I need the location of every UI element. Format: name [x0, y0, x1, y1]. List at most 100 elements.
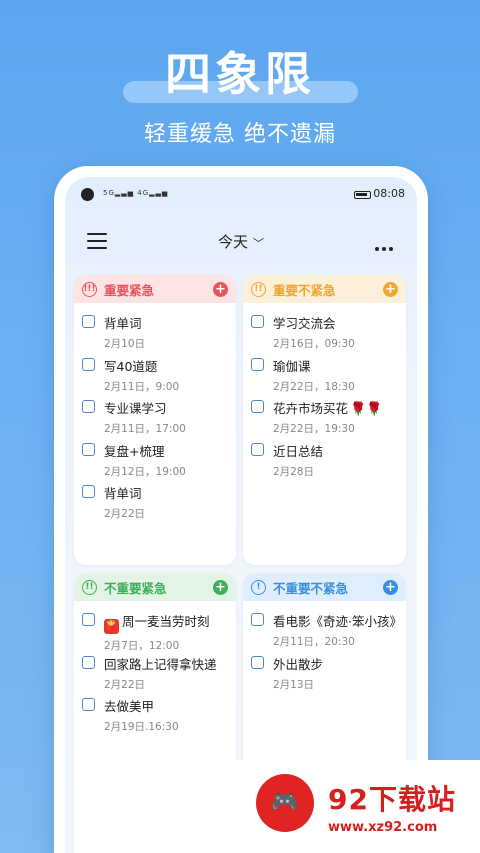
task-checkbox[interactable]: [82, 655, 95, 669]
task-title: 背单词: [104, 316, 142, 331]
signal-label-5g: 5G: [103, 189, 115, 197]
task-checkbox[interactable]: [251, 442, 264, 456]
task-title: 回家路上记得拿快递: [104, 656, 217, 672]
quadrant-header: ! 不重要不紧急 +: [243, 573, 406, 601]
task-item[interactable]: 看电影《奇迹·笨小孩》 2月11日，20:30: [243, 604, 406, 648]
task-date: 2月28日: [273, 465, 315, 478]
task-title-row: 专业课学习: [104, 391, 236, 417]
task-title: 看电影《奇迹·笨小孩》: [273, 614, 402, 629]
task-title-row: 背单词: [104, 476, 236, 502]
task-title-row: 写40道题: [104, 349, 236, 375]
task-checkbox[interactable]: [251, 655, 264, 669]
status-bar: 5G▂▃▅ 4G▂▃▅ 08:08: [65, 177, 417, 211]
task-item[interactable]: 背单词 2月22日: [74, 476, 236, 520]
watermark-url: www.xz92.com: [328, 820, 438, 835]
task-checkbox[interactable]: [82, 315, 95, 328]
task-title: 专业课学习: [104, 401, 167, 416]
quadrant-header: !! 不重要紧急 +: [74, 573, 236, 601]
task-checkbox[interactable]: [82, 442, 95, 456]
task-title: 复盘+梳理: [104, 443, 165, 459]
task-item[interactable]: 专业课学习 2月11日，17:00: [74, 391, 236, 435]
task-title: 花卉市场买花: [273, 401, 349, 416]
task-title-row: 🍟 周一麦当劳时刻: [104, 604, 236, 634]
task-item[interactable]: 去做美甲 2月19日.16:30: [74, 689, 236, 733]
watermark-text: 92下载站: [328, 783, 456, 816]
task-item[interactable]: 瑜伽课 2月22日，18:30: [243, 349, 406, 393]
task-checkbox[interactable]: [82, 485, 95, 498]
task-title: 去做美甲: [104, 699, 155, 714]
task-item[interactable]: 写40道题 2月11日，9:00: [74, 349, 236, 393]
quadrant-important-urgent: !!! 重要紧急 + 背单词 2月10日 写40道题 2月11日，9:00 专业课学习 2月11…: [74, 275, 236, 565]
phone-frame: 5G▂▃▅ 4G▂▃▅ 08:08 今天 ﹀ !!! 重要紧急 + 背单词 2月10日 写4…: [54, 166, 428, 853]
priority-icon: !: [251, 579, 266, 595]
task-title: 近日总结: [273, 443, 324, 459]
task-title-row: 学习交流会: [273, 306, 406, 332]
task-title-row: 花卉市场买花 🌹🌹: [273, 391, 406, 417]
add-task-icon[interactable]: +: [213, 282, 228, 297]
task-item[interactable]: 复盘+梳理 2月12日，19:00: [74, 434, 236, 478]
quadrant-title: 重要不紧急: [273, 282, 336, 298]
camera-icon: [81, 188, 94, 201]
chevron-down-icon: ﹀: [253, 237, 264, 250]
quadrant-header: !! 重要不紧急 +: [243, 275, 406, 303]
task-checkbox[interactable]: [251, 613, 264, 626]
status-time: 08:08: [373, 187, 405, 200]
app-screen: 5G▂▃▅ 4G▂▃▅ 08:08 今天 ﹀ !!! 重要紧急 + 背单词 2月10日 写4…: [65, 177, 417, 853]
task-checkbox[interactable]: [82, 357, 95, 371]
gamepad-logo-icon: 🎮: [256, 774, 314, 832]
task-title: 瑜伽课: [273, 358, 311, 374]
task-title-row: 复盘+梳理: [104, 434, 236, 460]
signal-icon: 5G▂▃▅ 4G▂▃▅: [103, 189, 169, 197]
task-title: 背单词: [104, 486, 142, 501]
task-title: 外出散步: [273, 656, 324, 672]
fries-icon: 🍟: [104, 619, 119, 634]
task-title-row: 背单词: [104, 306, 236, 332]
quadrant-not-important-urgent: !! 不重要紧急 + 🍟 周一麦当劳时刻 2月7日，12:00 回家路上记得拿快递 2月22日…: [74, 573, 236, 853]
task-list: 看电影《奇迹·笨小孩》 2月11日，20:30 外出散步 2月13日: [243, 601, 406, 691]
task-checkbox[interactable]: [82, 400, 95, 413]
task-checkbox[interactable]: [251, 315, 264, 328]
task-item[interactable]: 花卉市场买花 🌹🌹 2月22日，19:30: [243, 391, 406, 435]
task-item[interactable]: 外出散步 2月13日: [243, 647, 406, 691]
priority-icon: !!: [82, 579, 97, 595]
task-title-row: 瑜伽课: [273, 349, 406, 375]
priority-icon: !!: [251, 281, 266, 297]
task-list: 学习交流会 2月16日，09:30 瑜伽课 2月22日，18:30 花卉市场买花 🌹🌹 2月…: [243, 303, 406, 478]
task-title-row: 看电影《奇迹·笨小孩》: [273, 604, 406, 630]
add-task-icon[interactable]: +: [383, 282, 398, 297]
hero-subtitle: 轻重缓急 绝不遗漏: [144, 122, 336, 147]
task-item[interactable]: 背单词 2月10日: [74, 306, 236, 350]
more-icon[interactable]: [375, 236, 397, 251]
task-date: 2月19日.16:30: [104, 721, 179, 733]
watermark: 🎮 92下载站 www.xz92.com: [232, 760, 480, 853]
date-selector[interactable]: 今天 ﹀: [65, 231, 417, 252]
quadrant-title: 重要紧急: [104, 282, 155, 298]
app-bar: 今天 ﹀: [65, 223, 417, 263]
rose-icon: 🌹🌹: [350, 402, 383, 417]
add-task-icon[interactable]: +: [383, 580, 398, 595]
quadrant-header: !!! 重要紧急 +: [74, 275, 236, 303]
hero-title: 四象限: [165, 47, 315, 101]
task-list: 背单词 2月10日 写40道题 2月11日，9:00 专业课学习 2月11日，17:00 复…: [74, 303, 236, 520]
task-title-row: 去做美甲: [104, 689, 236, 715]
task-title-row: 回家路上记得拿快递: [104, 647, 236, 673]
task-item[interactable]: 🍟 周一麦当劳时刻 2月7日，12:00: [74, 604, 236, 652]
today-label: 今天: [217, 233, 248, 251]
quadrant-title: 不重要不紧急: [273, 580, 349, 596]
task-item[interactable]: 近日总结 2月28日: [243, 434, 406, 478]
task-item[interactable]: 回家路上记得拿快递 2月22日: [74, 647, 236, 691]
task-checkbox[interactable]: [251, 357, 264, 371]
task-title-row: 近日总结: [273, 434, 406, 460]
add-task-icon[interactable]: +: [213, 580, 228, 595]
task-title: 学习交流会: [273, 316, 336, 331]
task-title: 周一麦当劳时刻: [122, 614, 210, 629]
quadrant-title: 不重要紧急: [104, 580, 167, 596]
task-checkbox[interactable]: [251, 400, 264, 413]
battery-icon: [354, 191, 371, 199]
task-item[interactable]: 学习交流会 2月16日，09:30: [243, 306, 406, 350]
priority-icon: !!!: [82, 281, 97, 297]
task-title: 写40道题: [104, 358, 158, 374]
task-title-row: 外出散步: [273, 647, 406, 673]
task-checkbox[interactable]: [82, 698, 95, 711]
task-checkbox[interactable]: [82, 613, 95, 626]
